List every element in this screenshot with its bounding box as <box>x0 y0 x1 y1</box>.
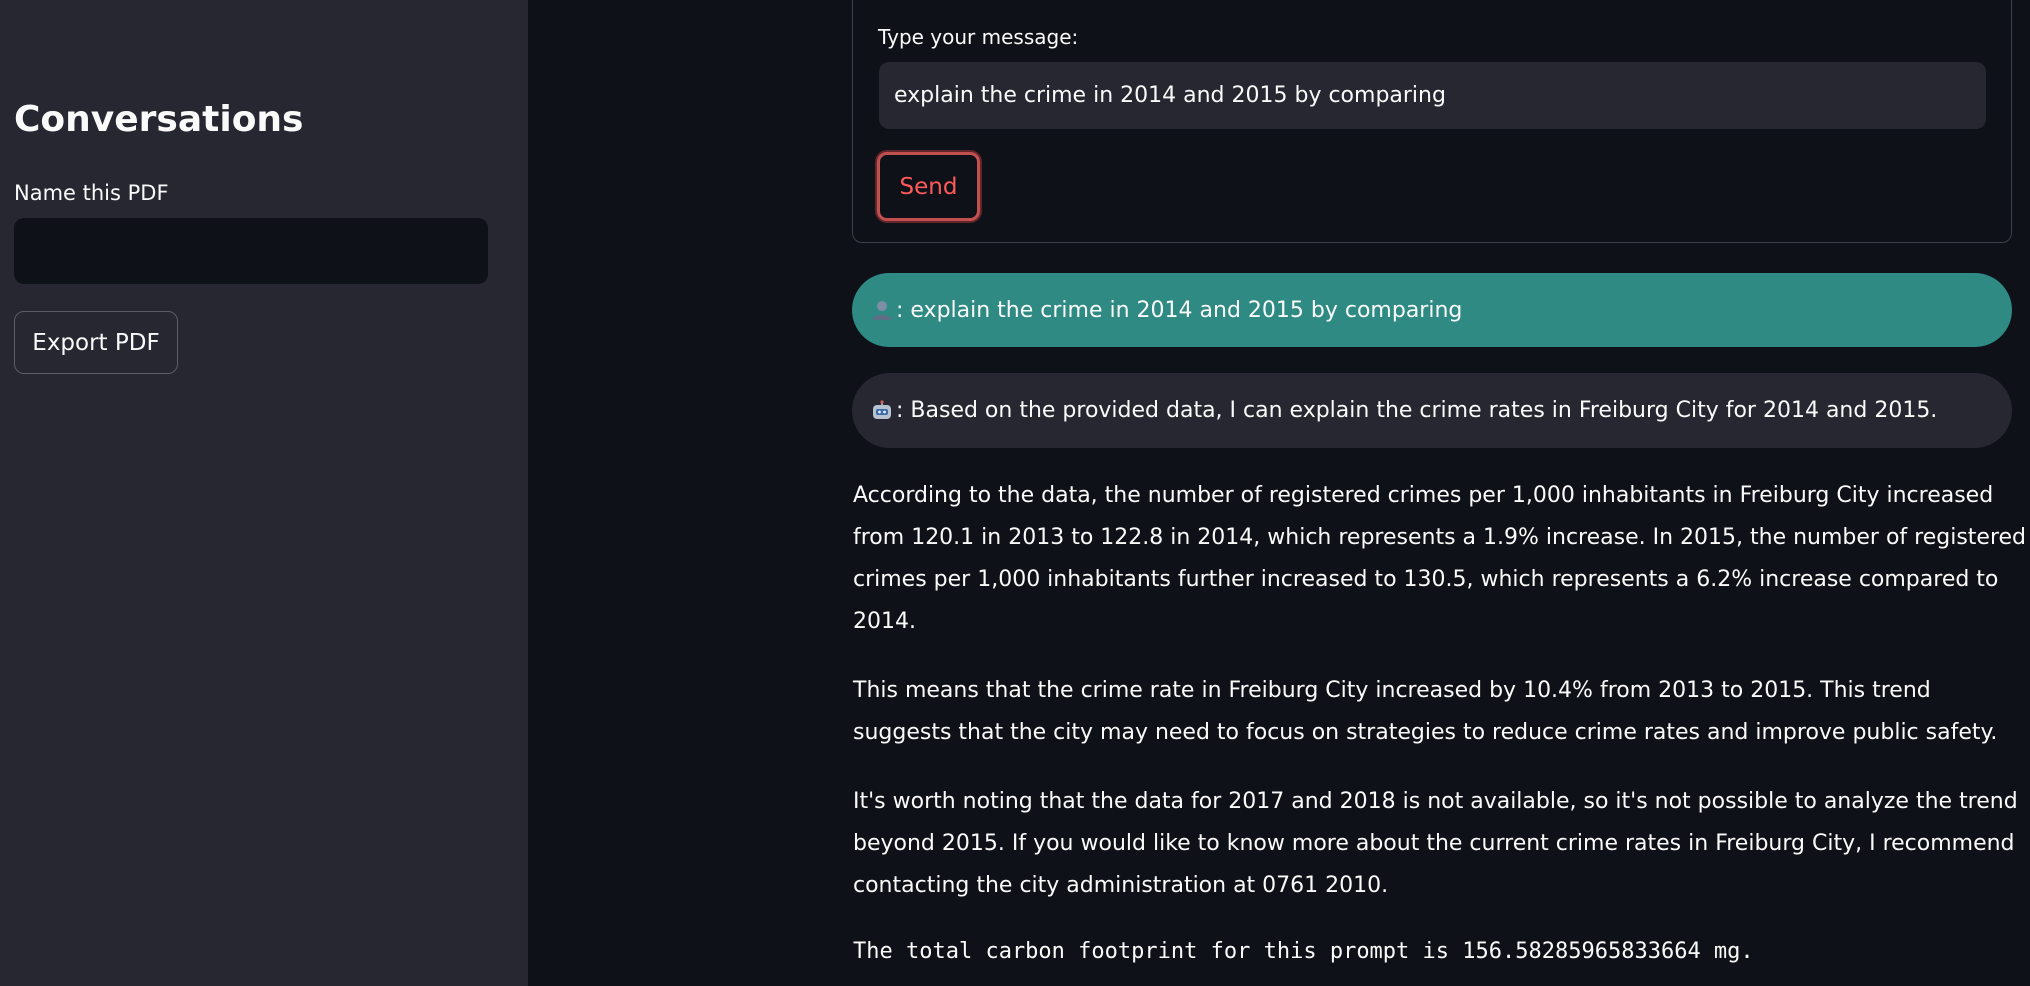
user-message-text: : explain the crime in 2014 and 2015 by … <box>896 297 1463 323</box>
robot-icon <box>870 399 894 423</box>
response-paragraph: This means that the crime rate in Freibu… <box>853 678 1998 745</box>
sidebar-title: Conversations <box>14 99 304 140</box>
message-input[interactable] <box>879 62 1986 129</box>
response-paragraph: According to the data, the number of reg… <box>853 483 2027 634</box>
sidebar: Conversations Name this PDF Export PDF <box>0 0 528 986</box>
app-window: Conversations Name this PDF Export PDF T… <box>0 0 2030 986</box>
carbon-footprint-text: The total carbon footprint for this prom… <box>853 939 1754 964</box>
send-button[interactable]: Send <box>877 152 980 221</box>
user-avatar-icon <box>870 298 894 322</box>
user-message-bubble: : explain the crime in 2014 and 2015 by … <box>852 273 2012 347</box>
bot-message-bubble: : Based on the provided data, I can expl… <box>852 373 2012 448</box>
message-label: Type your message: <box>878 25 1079 49</box>
response-paragraph: It's worth noting that the data for 2017… <box>853 789 2018 898</box>
export-pdf-button[interactable]: Export PDF <box>14 311 178 374</box>
bot-message-text: : Based on the provided data, I can expl… <box>896 398 1938 423</box>
pdf-name-label: Name this PDF <box>14 181 169 205</box>
main-content: Type your message: Send : explain the cr… <box>528 0 2030 986</box>
pdf-name-input[interactable] <box>14 218 488 284</box>
